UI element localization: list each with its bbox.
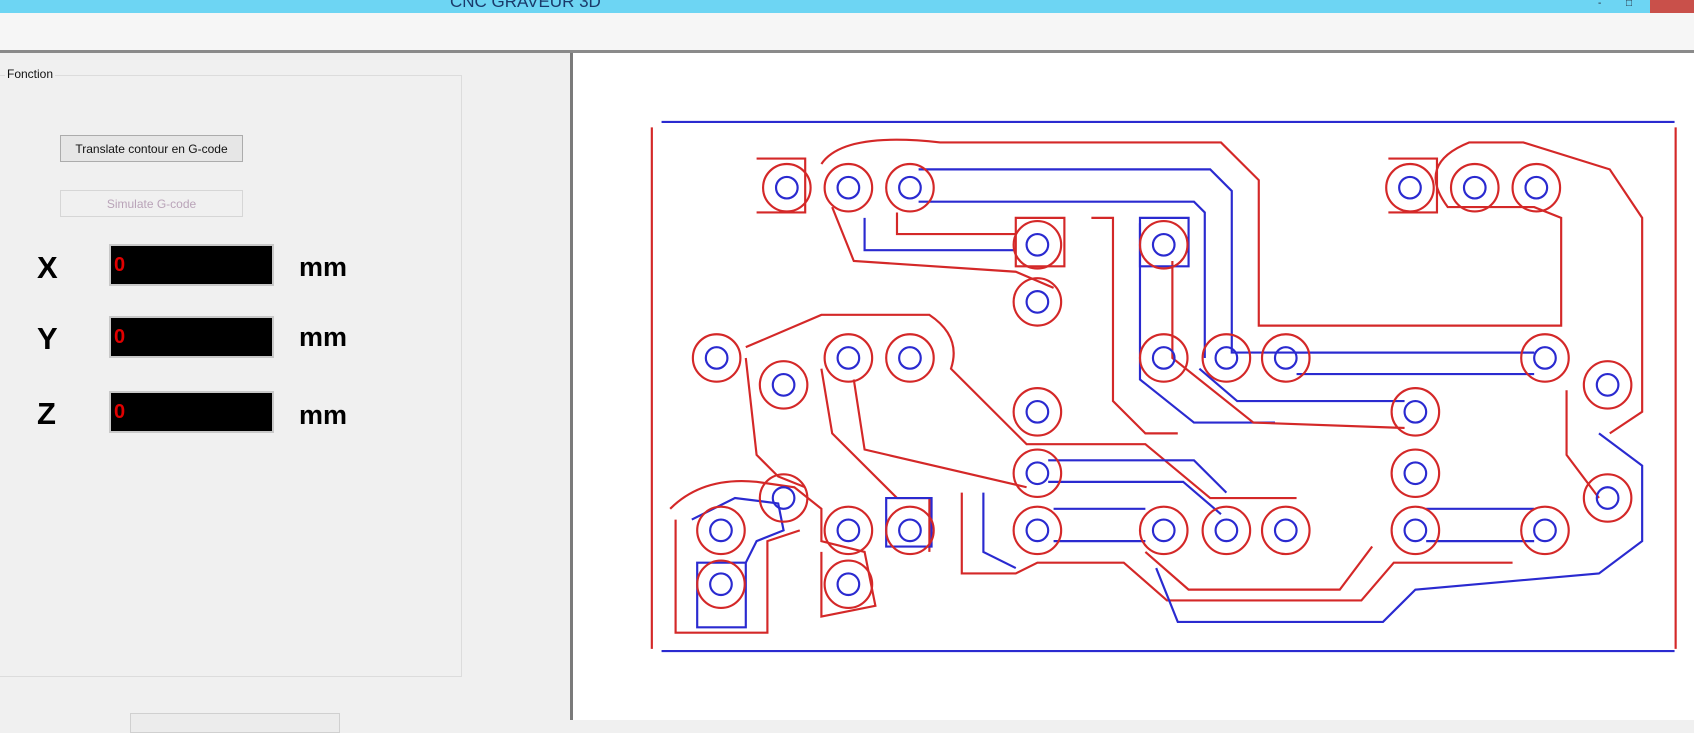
y-axis-label: Y — [37, 321, 58, 356]
pad-ring — [1273, 346, 1298, 370]
z-position-display: 0 — [109, 391, 274, 433]
pad-ring — [1449, 162, 1500, 213]
minimize-button[interactable]: - — [1598, 0, 1601, 10]
pad-ring — [898, 346, 922, 370]
pad-ring — [1025, 518, 1050, 543]
pad-ring — [1524, 175, 1549, 200]
pad-ring — [1201, 333, 1252, 383]
pad-ring — [1151, 518, 1176, 543]
pad-ring — [1385, 162, 1435, 213]
menu-bar — [0, 13, 1694, 53]
pad-ring — [709, 518, 733, 543]
simulate-gcode-button[interactable]: Simulate G-code — [60, 190, 243, 217]
pad-ring — [1012, 387, 1063, 437]
pad-ring — [1533, 346, 1557, 370]
x-position-display: 0 — [109, 244, 274, 286]
translate-gcode-button[interactable]: Translate contour en G-code — [60, 135, 243, 162]
pad-ring — [898, 518, 922, 543]
pad-ring — [1138, 220, 1189, 270]
pad-ring — [1595, 486, 1620, 510]
pad-ring — [1390, 505, 1441, 556]
pad-ring — [1025, 290, 1050, 314]
z-axis-label: Z — [37, 396, 56, 431]
pad-ring — [704, 346, 729, 370]
group-label: Fonction — [5, 67, 56, 81]
window-title: CNC GRAVEUR 3D — [450, 0, 601, 11]
pad-ring — [885, 333, 935, 383]
pad-ring — [1012, 220, 1063, 270]
pad-ring — [1151, 232, 1176, 257]
pad-ring — [1012, 505, 1063, 556]
pad-ring — [836, 175, 861, 200]
control-panel: Fonction Translate contour en G-code Sim… — [0, 53, 573, 733]
pad-ring — [1390, 448, 1441, 499]
pad-ring — [1201, 505, 1252, 556]
pad-ring — [1012, 277, 1063, 327]
pad-ring — [1520, 505, 1570, 556]
y-unit-label: mm — [299, 322, 348, 352]
pad-ring — [1520, 333, 1570, 383]
pad-ring — [1025, 232, 1050, 257]
pad-ring — [691, 333, 742, 383]
pad-ring — [1595, 373, 1620, 397]
pad-ring — [836, 572, 861, 597]
pcb-drawing — [650, 120, 1677, 653]
pad-ring — [1582, 360, 1633, 410]
pad-ring — [1403, 399, 1428, 424]
trace-contours — [669, 138, 1644, 634]
title-bar: CNC GRAVEUR 3D - □ — [0, 0, 1694, 13]
bottom-button[interactable] — [130, 713, 340, 733]
pad-ring — [823, 162, 874, 213]
pad-ring — [761, 162, 812, 213]
pad-ring — [1273, 518, 1298, 543]
function-group: Fonction Translate contour en G-code Sim… — [0, 67, 462, 677]
pad-ring — [1390, 387, 1441, 437]
pad-ring — [1214, 346, 1239, 370]
y-position-display: 0 — [109, 316, 274, 358]
pad-ring — [1511, 162, 1562, 213]
pad-ring — [1138, 333, 1189, 383]
pad-ring — [1260, 333, 1311, 383]
pad-ring — [1012, 448, 1063, 499]
pad-ring — [709, 572, 733, 597]
pad-ring — [774, 175, 799, 200]
pad-ring — [1403, 461, 1428, 486]
pad-ring — [696, 505, 746, 556]
pad-ring — [758, 473, 809, 523]
x-unit-label: mm — [299, 252, 348, 282]
pad-ring — [836, 518, 861, 543]
pad-ring — [1533, 518, 1557, 543]
pad-ring — [696, 559, 746, 610]
pad-ring — [1138, 505, 1189, 556]
pad-ring — [1582, 473, 1633, 523]
pad-ring — [1403, 518, 1428, 543]
pad-ring — [1025, 461, 1050, 486]
z-unit-label: mm — [299, 400, 348, 430]
pad-ring — [1462, 175, 1487, 200]
pad-ring — [771, 373, 796, 397]
pad-ring — [1025, 399, 1050, 424]
pad-ring — [823, 559, 874, 610]
pad-ring — [823, 333, 874, 383]
pad-ring — [771, 486, 796, 510]
pcb-contour-canvas[interactable] — [573, 53, 1694, 720]
maximize-button[interactable]: □ — [1626, 0, 1632, 10]
close-button[interactable] — [1650, 0, 1694, 13]
pad-ring — [1214, 518, 1239, 543]
x-axis-label: X — [37, 250, 58, 285]
pad-ring — [1398, 175, 1422, 200]
pad-ring — [836, 346, 861, 370]
pad-ring — [1260, 505, 1311, 556]
pad-ring — [898, 175, 922, 200]
pad-ring — [885, 162, 935, 213]
pad-ring — [758, 360, 809, 410]
